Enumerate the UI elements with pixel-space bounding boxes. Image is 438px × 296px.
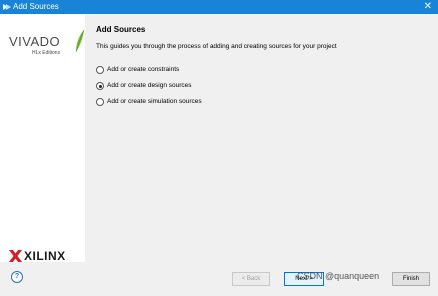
leaf-icon [75, 29, 85, 53]
page-description: This guides you through the process of a… [96, 43, 337, 50]
radio-button[interactable] [96, 82, 104, 90]
main-panel: Add Sources This guides you through the … [85, 14, 438, 262]
title-bar: Add Sources ✕ [0, 0, 438, 14]
vivado-logo: VIVADO [9, 34, 61, 49]
back-button[interactable]: < Back [232, 272, 270, 286]
radio-button[interactable] [96, 66, 104, 74]
radio-label: Add or create design sources [107, 82, 192, 89]
xilinx-wordmark: XILINX [24, 249, 66, 263]
app-icon [3, 4, 11, 10]
close-icon[interactable]: ✕ [424, 1, 432, 13]
xilinx-mark-icon [9, 250, 22, 262]
finish-button[interactable]: Finish [392, 272, 430, 286]
footer-bar: ? < Back Next > Finish CSDN @quanqueen [0, 262, 438, 296]
sidebar: VIVADO HLx Editions XILINX [0, 14, 85, 263]
edition-label: HLx Editions [32, 50, 61, 56]
radio-label: Add or create simulation sources [107, 98, 202, 105]
radio-button[interactable] [96, 98, 104, 106]
page-title: Add Sources [96, 25, 146, 34]
window-title: Add Sources [13, 2, 59, 11]
watermark-text: CSDN @quanqueen [297, 271, 380, 281]
radio-label: Add or create constraints [107, 66, 180, 73]
help-icon[interactable]: ? [11, 271, 23, 283]
